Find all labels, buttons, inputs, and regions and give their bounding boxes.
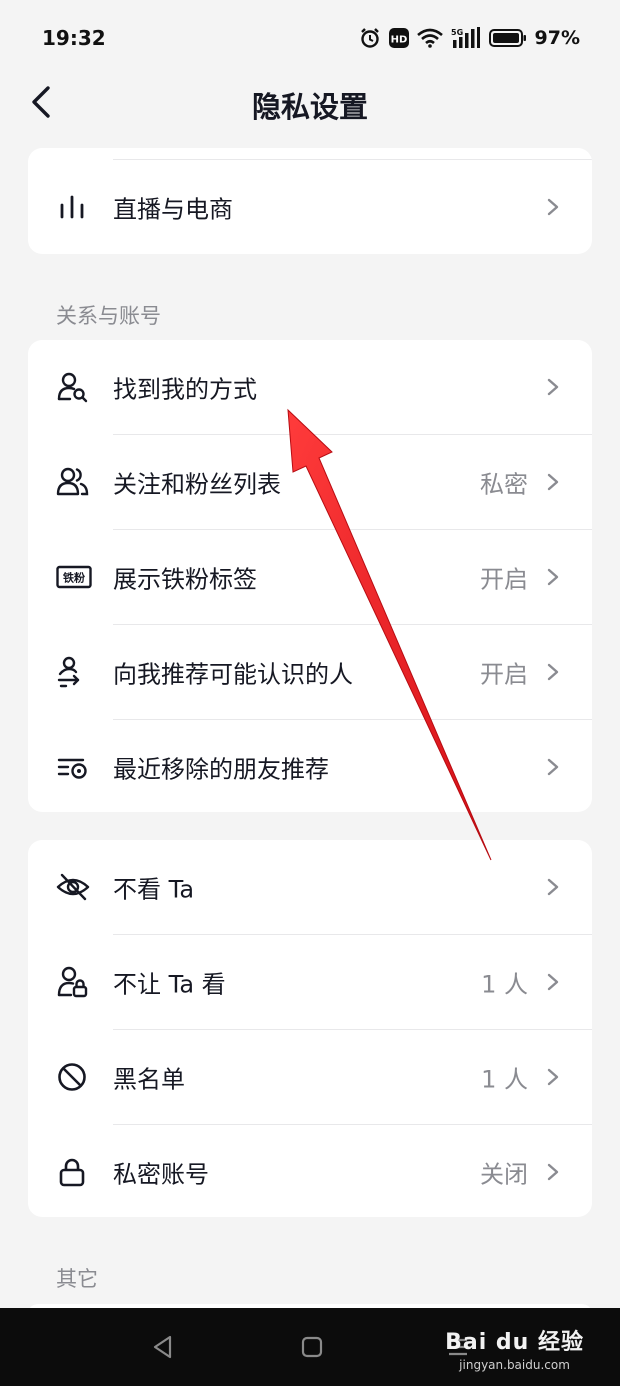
chevron-right-icon xyxy=(547,758,559,776)
row-value: 1 人 xyxy=(481,970,528,999)
status-bar: 19:32 HD 5G 97% xyxy=(0,0,620,76)
row-label: 不看 Ta xyxy=(113,875,195,904)
person-search-icon xyxy=(56,371,90,403)
row-label: 向我推荐可能认识的人 xyxy=(113,660,353,689)
chevron-right-icon xyxy=(547,198,559,216)
row-value: 关闭 xyxy=(480,1160,528,1189)
wifi-icon xyxy=(416,28,443,48)
row-dont-see-ta[interactable]: 不看 Ta xyxy=(28,840,592,934)
status-time: 19:32 xyxy=(42,26,106,50)
nav-back-icon[interactable] xyxy=(150,1334,176,1360)
row-removed-recommendations[interactable]: 最近移除的朋友推荐 xyxy=(28,720,592,812)
row-value: 私密 xyxy=(480,470,528,499)
chevron-right-icon xyxy=(547,568,559,586)
watermark: Bai du 经验 jingyan.baidu.com xyxy=(445,1324,584,1372)
status-icons: HD 5G 97% xyxy=(359,27,580,49)
chevron-right-icon xyxy=(547,473,559,491)
visibility-card: 不看 Ta 不让 Ta 看 1 人 黑名单 1 人 私密账号 关闭 xyxy=(28,840,592,1217)
row-blacklist[interactable]: 黑名单 1 人 xyxy=(28,1030,592,1124)
live-commerce-card: 直播与电商 xyxy=(28,148,592,254)
lock-icon xyxy=(56,1156,90,1188)
svg-text:5G: 5G xyxy=(451,28,463,37)
chevron-right-icon xyxy=(547,1163,559,1181)
list-eye-icon xyxy=(56,751,90,783)
nav-home-icon[interactable] xyxy=(300,1335,324,1359)
relations-card: 找到我的方式 关注和粉丝列表 私密 铁粉 展示铁粉标签 开启 向我推荐可能认识的… xyxy=(28,340,592,812)
system-nav-bar: Bai du 经验 jingyan.baidu.com xyxy=(0,1308,620,1386)
row-label: 最近移除的朋友推荐 xyxy=(113,755,329,784)
hd-icon: HD xyxy=(388,28,409,48)
svg-text:铁粉: 铁粉 xyxy=(63,571,85,585)
svg-text:HD: HD xyxy=(390,35,407,46)
battery-percent: 97% xyxy=(534,27,580,49)
row-value: 开启 xyxy=(480,660,528,689)
section-title-other: 其它 xyxy=(56,1267,98,1291)
watermark-url: jingyan.baidu.com xyxy=(459,1358,570,1372)
row-live-commerce[interactable]: 直播与电商 xyxy=(28,160,592,254)
row-label: 不让 Ta 看 xyxy=(113,970,226,999)
chevron-right-icon xyxy=(547,878,559,896)
battery-icon xyxy=(488,28,527,48)
row-label: 私密账号 xyxy=(113,1160,209,1189)
eye-off-icon xyxy=(56,871,90,903)
row-dont-let-ta-see[interactable]: 不让 Ta 看 1 人 xyxy=(28,935,592,1029)
chevron-right-icon xyxy=(547,378,559,396)
signal-5g-icon: 5G xyxy=(451,27,481,49)
people-icon xyxy=(56,466,90,498)
chevron-right-icon xyxy=(547,663,559,681)
row-iron-fan-badge[interactable]: 铁粉 展示铁粉标签 开启 xyxy=(28,530,592,624)
row-follow-fans-list[interactable]: 关注和粉丝列表 私密 xyxy=(28,435,592,529)
row-label: 关注和粉丝列表 xyxy=(113,470,281,499)
row-value: 开启 xyxy=(480,565,528,594)
row-recommend-people[interactable]: 向我推荐可能认识的人 开启 xyxy=(28,625,592,719)
row-label: 黑名单 xyxy=(113,1065,185,1094)
row-find-me[interactable]: 找到我的方式 xyxy=(28,340,592,434)
block-icon xyxy=(56,1061,90,1093)
row-label: 找到我的方式 xyxy=(113,375,257,404)
alarm-icon xyxy=(359,27,381,49)
row-private-account[interactable]: 私密账号 关闭 xyxy=(28,1125,592,1217)
row-label: 展示铁粉标签 xyxy=(113,565,257,594)
bar-chart-icon xyxy=(56,191,90,223)
watermark-logo: Bai du 经验 xyxy=(445,1330,584,1355)
nav-bar: 隐私设置 xyxy=(0,76,620,128)
iron-fan-badge-icon: 铁粉 xyxy=(56,561,92,593)
row-value: 1 人 xyxy=(481,1065,528,1094)
person-lock-icon xyxy=(56,966,90,998)
section-title-relations: 关系与账号 xyxy=(56,304,161,328)
chevron-right-icon xyxy=(547,973,559,991)
page-title: 隐私设置 xyxy=(251,90,368,124)
chevron-right-icon xyxy=(547,1068,559,1086)
row-label: 直播与电商 xyxy=(113,195,233,224)
recommend-people-icon xyxy=(56,656,90,688)
